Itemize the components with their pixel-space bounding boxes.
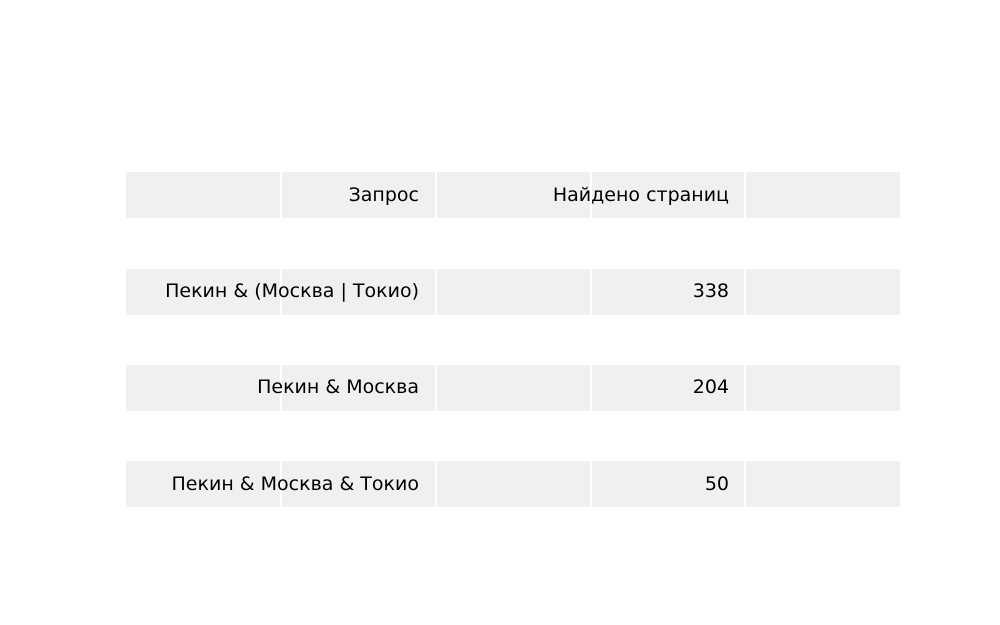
cell-pages-1: 338 [693,280,729,302]
cell-pages-3: 50 [705,473,729,495]
table-text: Запрос Найдено страниц Пекин & (Москва |… [165,184,729,495]
header-pages-found: Найдено страниц [553,184,729,206]
cell-pages-2: 204 [693,376,729,398]
results-table: Запрос Найдено страниц Пекин & (Москва |… [126,172,900,507]
cell-query-1: Пекин & (Москва | Токио) [165,280,419,302]
data-row-background-2 [126,365,900,411]
column-dividers [280,172,746,507]
header-row-background [126,172,900,218]
header-query: Запрос [349,184,419,206]
cell-query-3: Пекин & Москва & Токио [172,473,419,495]
table-rows [126,172,900,507]
cell-query-2: Пекин & Москва [257,376,419,398]
